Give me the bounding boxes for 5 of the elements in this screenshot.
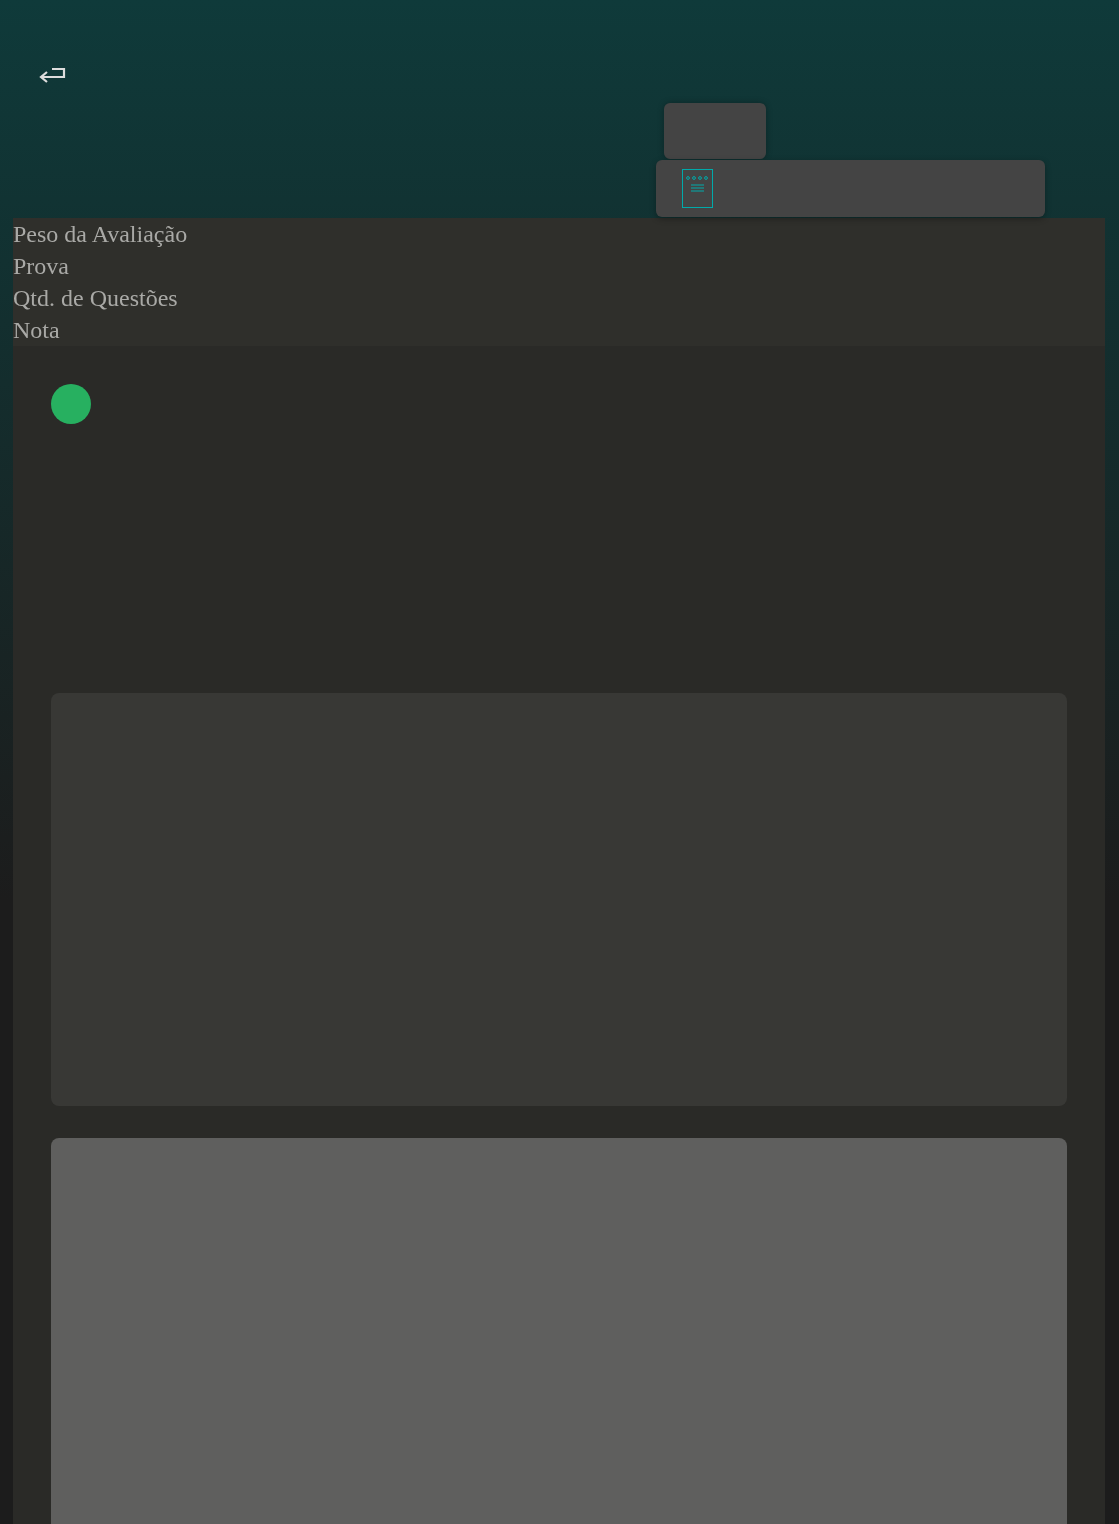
field-label: Peso da Avaliação: [13, 220, 188, 249]
field-label: Prova: [13, 252, 69, 281]
field-label: Qtd. de Questões: [13, 284, 178, 313]
notepad-icon[interactable]: [682, 169, 713, 208]
field-label: Nota: [13, 316, 60, 345]
